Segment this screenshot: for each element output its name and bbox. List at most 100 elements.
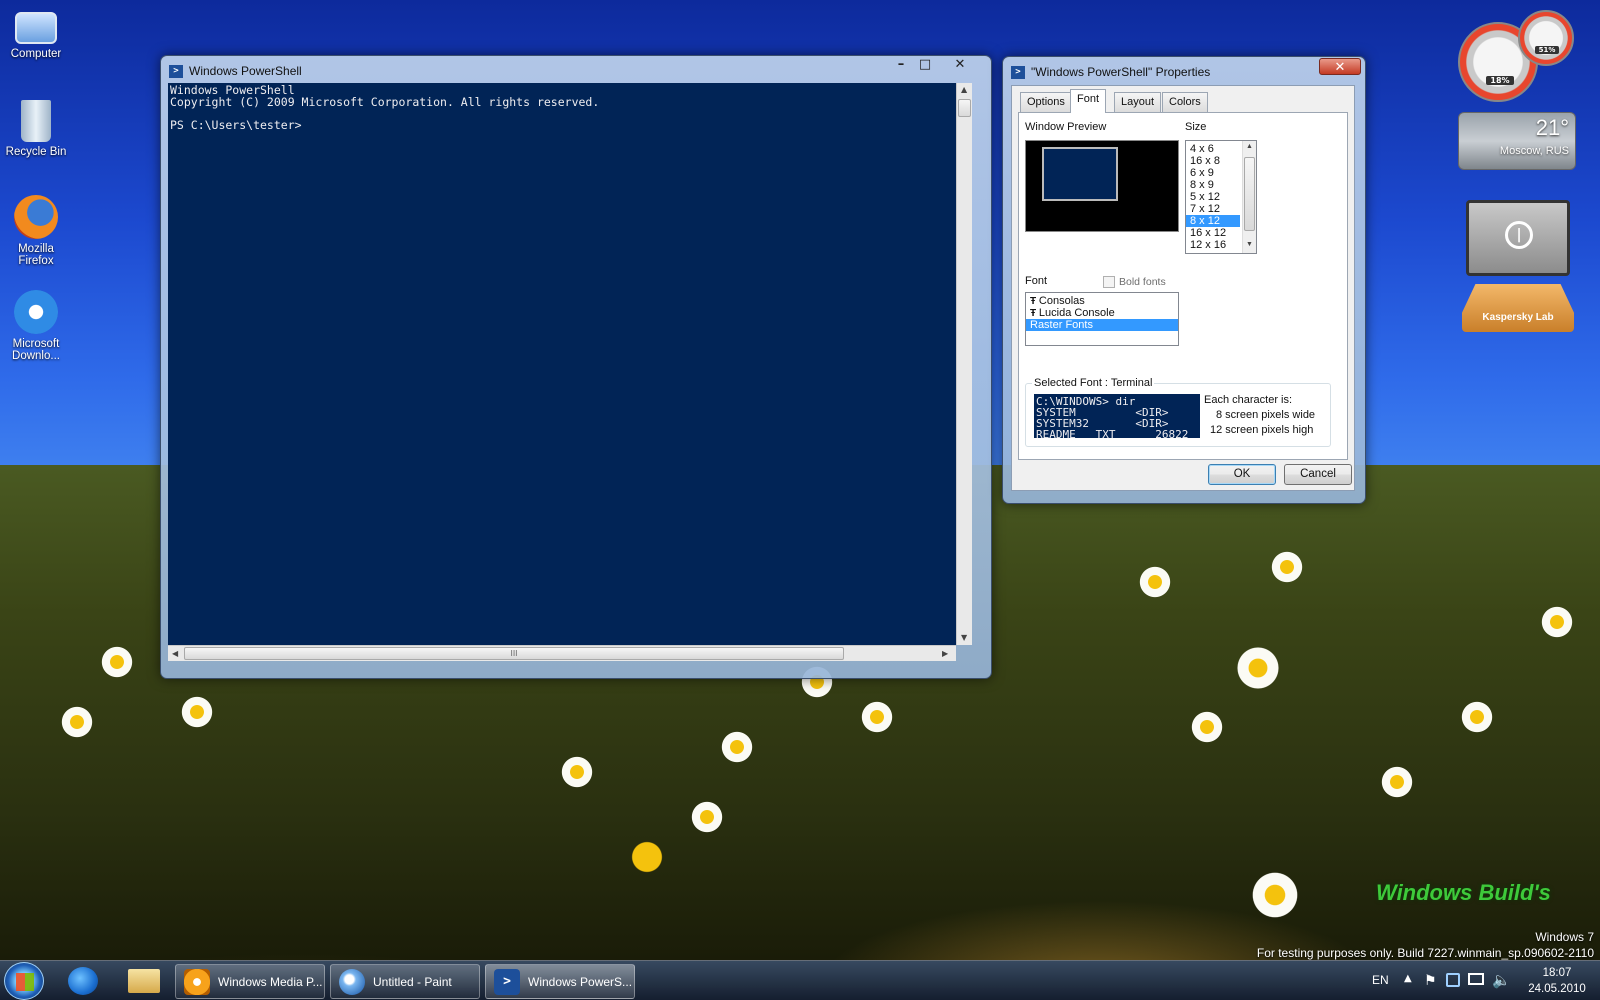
dialog-body: Options Font Layout Colors Window Previe… [1011,85,1355,491]
window-title: Windows PowerShell [189,64,302,78]
font-option[interactable]: Ŧ Lucida Console [1026,307,1178,319]
display-icon[interactable] [1468,973,1484,985]
firefox-icon [14,195,58,239]
volume-icon[interactable]: 🔈 [1492,971,1511,989]
media-player-icon [184,968,210,995]
desktop-icon-recycle-bin[interactable]: Recycle Bin [4,100,68,158]
properties-dialog[interactable]: > "Windows PowerShell" Properties ✕ Opti… [1002,56,1366,504]
size-option[interactable]: 16 x 8 [1186,155,1240,167]
truetype-icon: Ŧ [1030,296,1039,307]
dialog-title: "Windows PowerShell" Properties [1031,65,1211,79]
kaspersky-label: Kaspersky Lab [1482,312,1554,323]
scroll-down-arrow-icon[interactable]: ▼ [1246,241,1253,248]
action-center-flag-icon[interactable]: ⚑ [1424,973,1437,989]
weather-city: Moscow, RUS [1499,145,1569,157]
clock-date: 24.05.2010 [1528,983,1586,995]
tab-layout[interactable]: Layout [1114,92,1162,112]
font-listbox[interactable]: Ŧ Consolas Ŧ Lucida Console Raster Fonts [1025,292,1179,346]
taskbar-button-label: Untitled - Paint [373,974,452,989]
taskbar-button-powershell[interactable]: > Windows PowerS... [485,964,635,999]
size-option[interactable]: 7 x 12 [1186,203,1240,215]
tab-colors[interactable]: Colors [1162,92,1208,112]
kaspersky-stand: Kaspersky Lab [1462,284,1574,332]
close-button[interactable]: ✕ [937,56,983,75]
wallpaper-flower [690,800,724,834]
powershell-icon: > [1011,65,1025,79]
powershell-icon: > [494,968,520,995]
horizontal-scrollbar[interactable]: ◀ III ▶ [168,645,956,661]
kaspersky-gadget[interactable]: | Kaspersky Lab [1462,200,1574,332]
size-option-selected[interactable]: 8 x 12 [1186,215,1240,227]
wallpaper-flower [180,695,214,729]
desktop-icon-label: Microsoft Downlo... [12,338,60,362]
font-label: Font [1025,275,1048,287]
size-option[interactable]: 8 x 9 [1186,179,1240,191]
bold-fonts-checkbox[interactable] [1103,276,1115,288]
taskbar-button-label: Windows PowerS... [528,974,633,989]
dialog-titlebar[interactable]: > "Windows PowerShell" Properties [1011,63,1210,81]
powershell-titlebar[interactable]: > Windows PowerShell [169,62,302,80]
size-option[interactable]: 6 x 9 [1186,167,1240,179]
ok-button[interactable]: OK [1208,464,1276,485]
console-output[interactable]: Windows PowerShell Copyright (C) 2009 Mic… [168,83,956,645]
size-list-scroll-thumb[interactable] [1244,157,1255,231]
tab-options[interactable]: Options [1020,92,1072,112]
size-option[interactable]: 16 x 12 [1186,227,1240,239]
wallpaper-flower [1138,565,1172,599]
taskbar-button-paint[interactable]: Untitled - Paint [330,964,480,999]
windows-logo-icon [16,973,34,991]
wallpaper-flower [1270,550,1304,584]
tab-font[interactable]: Font [1070,89,1107,113]
taskbar-button-media-player[interactable]: Windows Media P... [175,964,325,999]
maximize-button[interactable]: □ [913,56,937,75]
font-tab-panel: Window Preview Size 4 x 6 16 x 8 6 x 9 8… [1018,112,1348,460]
selected-font-caption: Selected Font : Terminal [1032,377,1155,389]
internet-explorer-icon[interactable] [68,967,98,995]
scroll-left-arrow-icon[interactable]: ◀ [172,649,178,658]
size-list-scrollbar[interactable]: ▲ ▼ [1242,141,1256,253]
file-explorer-icon[interactable] [128,969,160,993]
desktop-icon-computer[interactable]: Computer [4,8,68,60]
wallpaper-flower [60,705,94,739]
scroll-up-arrow-icon[interactable]: ▲ [1246,143,1253,150]
scroll-down-arrow-icon[interactable]: ▼ [961,633,967,642]
size-option[interactable]: 5 x 12 [1186,191,1240,203]
minimize-button[interactable]: – [889,56,913,75]
cancel-button[interactable]: Cancel [1284,464,1352,485]
windows-builds-logo: Windows Build's [1376,880,1551,905]
font-option-selected[interactable]: Raster Fonts [1026,319,1178,331]
desktop-icon-microsoft-download[interactable]: Microsoft Downlo... [4,290,68,362]
window-preview-label: Window Preview [1025,121,1107,133]
wallpaper-flower [1190,710,1224,744]
scroll-right-arrow-icon[interactable]: ▶ [942,649,948,658]
network-icon[interactable] [1446,973,1460,987]
size-label: Size [1185,121,1207,133]
size-option[interactable]: 4 x 6 [1186,143,1240,155]
bold-fonts-label: Bold fonts [1119,276,1166,288]
watermark-build: For testing purposes only. Build 7227.wi… [1256,946,1594,960]
size-option[interactable]: 12 x 16 [1186,239,1240,251]
start-button[interactable] [4,962,44,1000]
scroll-up-arrow-icon[interactable]: ▲ [961,85,967,94]
pixels-wide-label: 8 screen pixels wide [1216,409,1316,421]
system-clock[interactable]: 18:07 24.05.2010 [1520,965,1594,997]
font-option-label: Consolas [1038,295,1085,307]
show-hidden-icons-arrow-icon[interactable]: ▲ [1404,973,1412,984]
powershell-window[interactable]: > Windows PowerShell – □ ✕ Windows Power… [160,55,992,679]
desktop-icon-label: Recycle Bin [5,146,67,158]
font-option[interactable]: Ŧ Consolas [1026,295,1178,307]
dialog-close-button[interactable]: ✕ [1319,58,1361,75]
taskbar: Windows Media P... Untitled - Paint > Wi… [0,960,1600,1000]
powershell-icon: > [169,64,183,78]
size-listbox[interactable]: 4 x 6 16 x 8 6 x 9 8 x 9 5 x 12 7 x 12 8… [1185,140,1257,254]
vertical-scrollbar[interactable]: ▲ ▼ [956,83,972,645]
memory-meter-gadget[interactable]: 51% [1518,10,1574,66]
weather-gadget[interactable]: 21° Moscow, RUS [1458,112,1576,170]
horizontal-scroll-thumb[interactable]: III [184,647,844,660]
wallpaper-flower [1460,700,1494,734]
desktop-icon-firefox[interactable]: Mozilla Firefox [4,195,68,267]
vertical-scroll-thumb[interactable] [958,99,971,117]
desktop-icon-label: Computer [10,48,62,60]
truetype-icon: Ŧ [1030,308,1039,319]
language-indicator[interactable]: EN [1372,973,1389,987]
